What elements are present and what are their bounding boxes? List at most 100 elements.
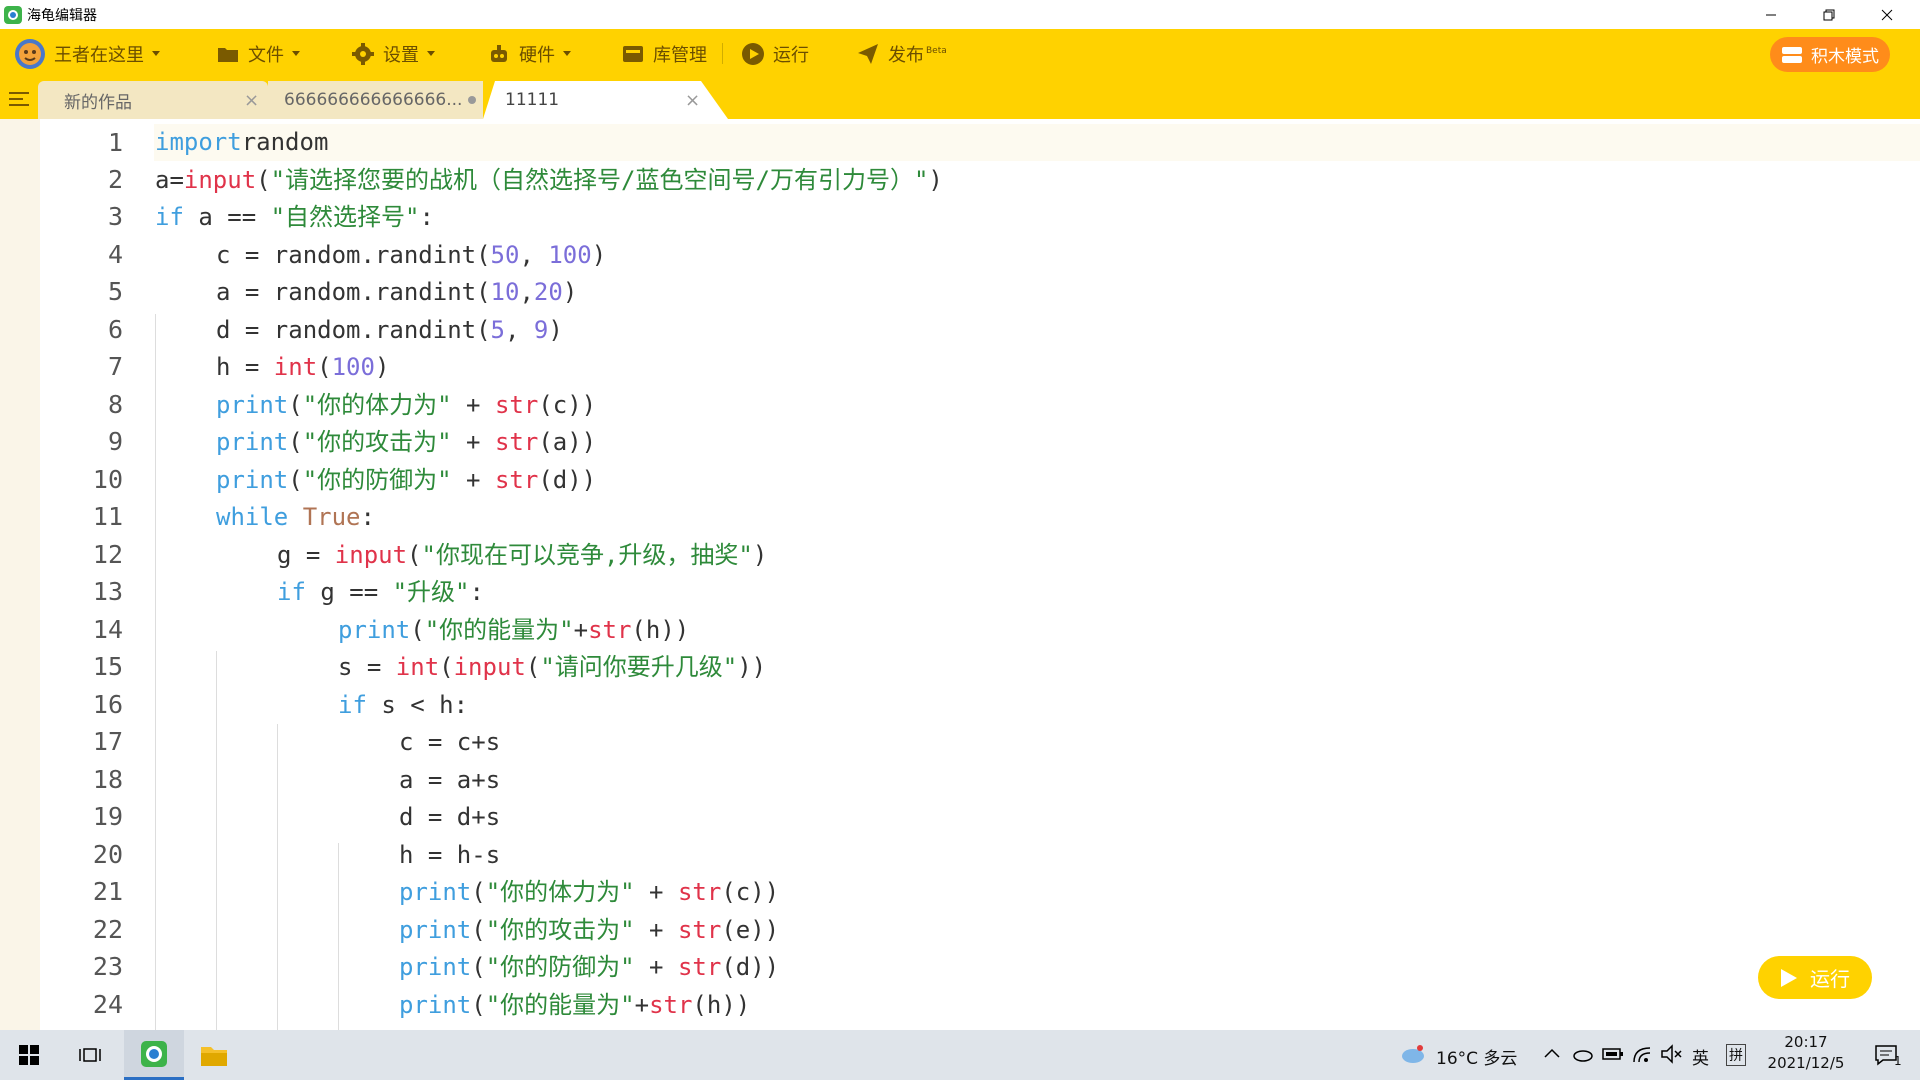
tab-new-work[interactable]: 新的作品 × <box>38 81 268 119</box>
tab-label: 新的作品 <box>64 92 132 113</box>
code-token: 20 <box>533 278 563 306</box>
hardware-menu[interactable]: 硬件 <box>487 29 571 78</box>
notification-center-button[interactable]: 1 <box>1862 1030 1912 1080</box>
run-button-label: 运行 <box>1810 967 1850 991</box>
code-token: (e)) <box>721 915 780 944</box>
code-line[interactable]: d = d+s <box>399 799 500 837</box>
ime-language[interactable]: 英 <box>1692 1044 1709 1069</box>
code-token: ) <box>928 165 943 194</box>
code-line[interactable]: if a == "自然选择号": <box>155 199 434 237</box>
code-line[interactable]: print("你的体力为" + str(c)) <box>216 387 596 425</box>
code-line[interactable]: g = input("你现在可以竞争,升级，抽奖") <box>277 537 767 575</box>
tab-666[interactable]: 666666666666666... <box>268 81 483 119</box>
line-number: 18 <box>92 765 123 794</box>
line-number: 4 <box>107 240 123 269</box>
sidebar-toggle-button[interactable] <box>0 78 38 119</box>
onedrive-cloud-icon[interactable] <box>1572 1046 1594 1062</box>
code-token: h = h-s <box>399 840 501 869</box>
code-line[interactable]: s = int(input("请问你要升几级")) <box>338 649 766 687</box>
file-menu-label: 文件 <box>248 44 284 66</box>
code-token: "自然选择号" <box>270 203 420 231</box>
settings-menu-label: 设置 <box>383 44 419 66</box>
code-line[interactable]: if s < h: <box>338 687 468 725</box>
speaker-muted-icon[interactable] <box>1660 1044 1682 1064</box>
code-token: print <box>216 465 289 494</box>
code-token: "你的体力为" <box>302 390 452 419</box>
code-token: a = random.randint( <box>216 278 491 306</box>
line-number: 22 <box>92 915 123 944</box>
code-line[interactable]: importrandom <box>155 124 328 162</box>
code-line[interactable]: a = random.randint(10,20) <box>216 274 577 312</box>
code-line[interactable]: a = a+s <box>399 762 500 800</box>
code-line[interactable]: while True: <box>216 499 375 537</box>
code-token: : <box>469 578 484 606</box>
minimize-button[interactable] <box>1742 0 1800 29</box>
code-line[interactable]: h = h-s <box>399 837 500 875</box>
code-line[interactable]: h = int(100) <box>216 349 389 387</box>
code-line[interactable]: print("你的能量为"+str(h)) <box>338 612 689 650</box>
gear-icon <box>352 42 374 65</box>
tab-11111[interactable]: 11111 × <box>483 81 728 119</box>
line-number: 17 <box>92 727 123 756</box>
line-number: 3 <box>107 202 123 231</box>
code-token: str <box>677 953 722 981</box>
publish-label: 发布 <box>888 44 924 66</box>
wifi-icon[interactable] <box>1632 1044 1654 1064</box>
code-token: ( <box>288 428 303 456</box>
code-token: ( <box>288 390 303 419</box>
code-line[interactable]: print("你的体力为" + str(c)) <box>399 874 779 912</box>
unsaved-dot-icon <box>468 96 476 104</box>
active-line-highlight <box>154 124 1920 161</box>
taskbar-file-explorer[interactable] <box>186 1030 242 1080</box>
code-token: (a)) <box>538 428 597 456</box>
battery-icon[interactable] <box>1602 1046 1624 1062</box>
weather-text[interactable]: 16°C 多云 <box>1436 1044 1517 1069</box>
code-line[interactable]: c = c+s <box>399 724 500 762</box>
run-button[interactable]: 运行 <box>1758 956 1872 999</box>
clock-time: 20:17 <box>1784 1033 1828 1051</box>
publish-button[interactable]: 发布 Beta <box>856 29 947 78</box>
line-number: 2 <box>107 165 123 194</box>
code-token: ( <box>256 165 271 194</box>
start-button[interactable] <box>0 1030 58 1080</box>
code-line[interactable]: c = random.randint(50, 100) <box>216 237 606 275</box>
code-token: a = a+s <box>399 765 501 794</box>
line-number: 21 <box>92 877 123 906</box>
code-token: input <box>453 653 526 681</box>
code-line[interactable]: print("你的能量为"+str(h)) <box>399 987 750 1025</box>
block-mode-button[interactable]: 积木模式 <box>1770 37 1890 72</box>
restore-button[interactable] <box>1800 0 1858 29</box>
taskbar-turtle-editor[interactable] <box>124 1030 184 1080</box>
code-token: : <box>360 503 375 531</box>
code-line[interactable]: print("你的攻击为" + str(e)) <box>399 912 779 950</box>
tab-label: 11111 <box>505 90 560 110</box>
run-menu-button[interactable]: 运行 <box>741 29 809 78</box>
blocks-icon <box>1782 46 1802 63</box>
code-line[interactable]: print("你的防御为" + str(d)) <box>216 462 596 500</box>
close-tab-icon[interactable]: × <box>244 90 259 111</box>
code-token: )) <box>737 653 767 681</box>
clock[interactable]: 20:17 2021/12/5 <box>1760 1033 1852 1072</box>
code-token: c = random.randint( <box>216 240 491 269</box>
code-token: (d)) <box>721 953 780 981</box>
line-number: 7 <box>107 352 123 381</box>
close-tab-icon[interactable]: × <box>685 90 700 111</box>
code-token: h = <box>216 353 274 381</box>
code-editor[interactable]: 1 2 3 4 5 6 7 8 9 10 11 12 13 14 15 16 1… <box>0 119 1920 1030</box>
code-line[interactable]: a=input("请选择您要的战机（自然选择号/蓝色空间号/万有引力号）") <box>155 162 943 200</box>
library-button[interactable]: 库管理 <box>621 29 707 78</box>
code-line[interactable]: print("你的防御为" + str(d)) <box>399 949 779 987</box>
file-menu[interactable]: 文件 <box>216 29 300 78</box>
weather-cloud-icon <box>1402 1045 1424 1063</box>
settings-menu[interactable]: 设置 <box>351 29 435 78</box>
chevron-up-icon[interactable] <box>1544 1048 1560 1058</box>
code-line[interactable]: print("你的攻击为" + str(a)) <box>216 424 596 462</box>
code-token: "你的能量为" <box>424 615 574 644</box>
code-line[interactable]: d = random.randint(5, 9) <box>216 312 563 350</box>
ime-mode[interactable]: 拼 <box>1726 1044 1746 1066</box>
code-token: ( <box>471 915 486 944</box>
user-menu[interactable]: 王者在这里 <box>14 29 160 78</box>
close-window-button[interactable] <box>1858 0 1916 29</box>
code-line[interactable]: if g == "升级": <box>277 574 484 612</box>
task-view-button[interactable] <box>62 1030 118 1080</box>
